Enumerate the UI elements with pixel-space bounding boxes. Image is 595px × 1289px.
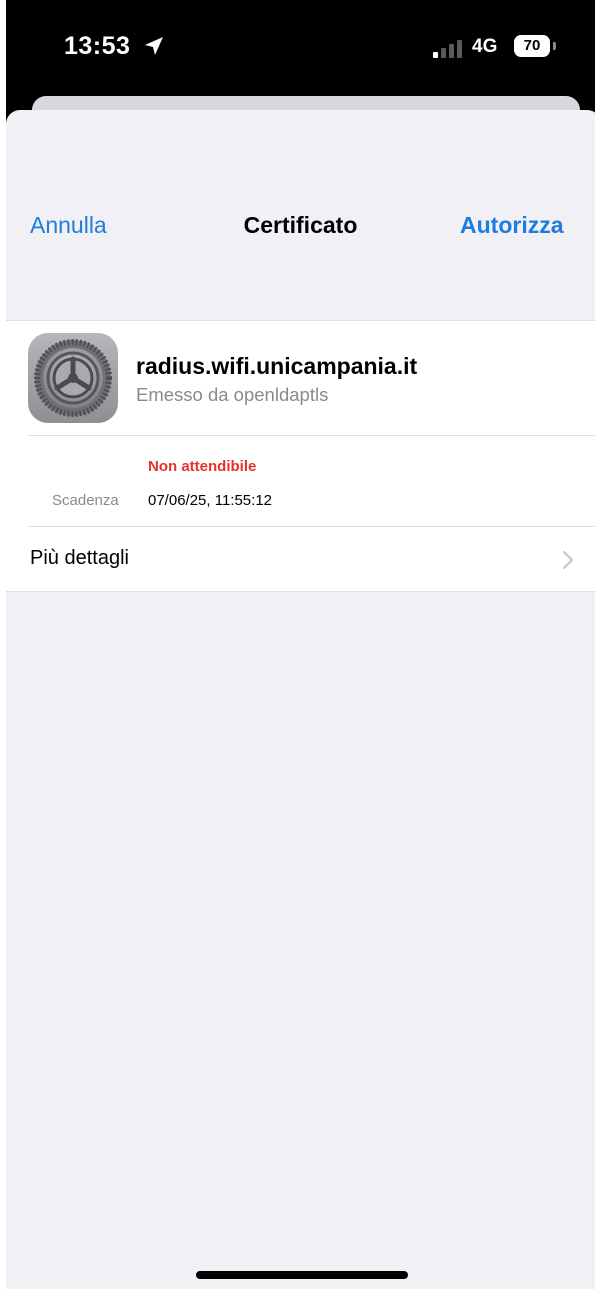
trust-button[interactable]: Autorizza <box>460 212 564 239</box>
settings-gear-icon <box>28 333 118 423</box>
battery-level: 70 <box>514 35 550 57</box>
more-details-row[interactable]: Più dettagli <box>6 527 595 592</box>
network-type: 4G <box>472 36 498 57</box>
battery-icon: 70 <box>514 35 558 59</box>
expiry-label: Scadenza <box>52 492 119 509</box>
battery-tip <box>553 42 556 50</box>
certificate-name: radius.wifi.unicampania.it <box>136 353 418 379</box>
expiry-value: 07/06/25, 11:55:12 <box>148 492 272 509</box>
location-arrow-icon <box>145 37 163 55</box>
phone-screen: 13:53 4G 70 Annulla Certificato Autorizz… <box>0 0 595 1289</box>
certificate-issuer: Emesso da openldaptls <box>136 384 329 405</box>
chevron-right-icon <box>562 550 574 570</box>
status-time: 13:53 <box>64 32 131 60</box>
trust-status: Non attendibile <box>148 458 257 475</box>
navigation-bar: Annulla Certificato Autorizza <box>6 110 595 320</box>
divider <box>28 435 595 436</box>
status-bar: 13:53 4G 70 <box>6 0 595 100</box>
more-details-label: Più dettagli <box>30 547 129 569</box>
certificate-card: radius.wifi.unicampania.it Emesso da ope… <box>6 320 595 592</box>
signal-icon <box>433 40 462 58</box>
certificate-sheet: Annulla Certificato Autorizza radius.wif… <box>6 110 595 1289</box>
home-indicator[interactable] <box>196 1271 408 1279</box>
